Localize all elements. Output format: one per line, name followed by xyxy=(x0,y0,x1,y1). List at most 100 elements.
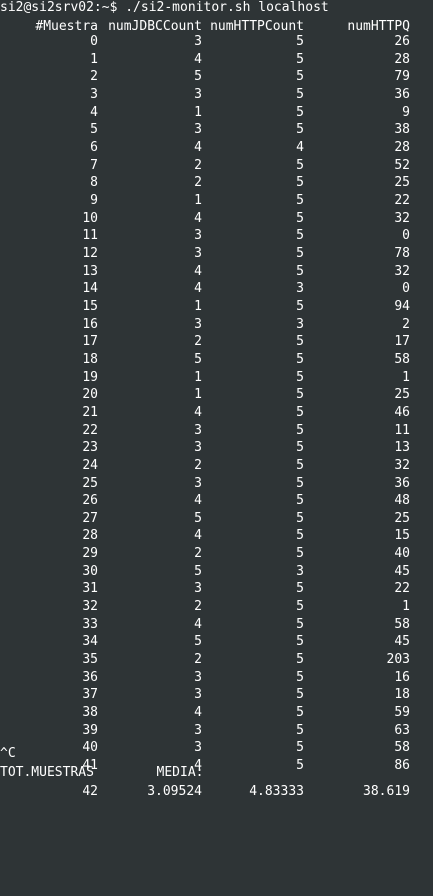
row-http-count: 5 xyxy=(296,687,304,703)
summary-mean-http: 4.83333 xyxy=(249,784,304,799)
row-muestra: 16 xyxy=(82,316,98,332)
row-httpq: 22 xyxy=(394,581,410,597)
row-http-count: 5 xyxy=(296,722,304,738)
row-jdbc-count: 4 xyxy=(194,404,202,420)
row-jdbc-count: 3 xyxy=(194,228,202,244)
summary-header-line: TOT.MUESTRAS MEDIA: xyxy=(0,763,204,782)
row-httpq: 28 xyxy=(394,51,410,67)
row-httpq: 86 xyxy=(394,758,410,774)
row-muestra: 38 xyxy=(82,705,98,721)
row-http-count: 5 xyxy=(296,86,304,102)
row-httpq: 58 xyxy=(394,740,410,756)
terminal-window[interactable]: si2@si2srv02:~$ ./si2-monitor.sh localho… xyxy=(0,0,433,807)
row-httpq: 9 xyxy=(402,104,410,120)
row-jdbc-count: 3 xyxy=(194,34,202,49)
row-http-count: 5 xyxy=(296,69,304,85)
row-httpq: 1 xyxy=(402,599,410,615)
row-muestra: 19 xyxy=(82,369,98,385)
row-muestra: 6 xyxy=(90,139,98,155)
row-muestra: 25 xyxy=(82,475,98,491)
row-http-count: 5 xyxy=(296,457,304,473)
row-http-count: 5 xyxy=(296,351,304,367)
row-muestra: 29 xyxy=(82,546,98,562)
row-jdbc-count: 4 xyxy=(194,263,202,279)
row-jdbc-count: 2 xyxy=(194,599,202,615)
row-jdbc-count: 3 xyxy=(194,740,202,756)
row-muestra: 23 xyxy=(82,440,98,456)
row-httpq: 78 xyxy=(394,245,410,261)
row-http-count: 5 xyxy=(296,599,304,615)
row-http-count: 5 xyxy=(296,175,304,191)
row-httpq: 26 xyxy=(394,34,410,49)
row-muestra: 0 xyxy=(90,34,98,49)
row-muestra: 35 xyxy=(82,652,98,668)
row-muestra: 28 xyxy=(82,528,98,544)
row-muestra: 12 xyxy=(82,245,98,261)
row-muestra: 22 xyxy=(82,422,98,438)
row-http-count: 5 xyxy=(296,422,304,438)
row-muestra: 18 xyxy=(82,351,98,367)
row-muestra: 34 xyxy=(82,634,98,650)
row-muestra: 9 xyxy=(90,192,98,208)
row-jdbc-count: 3 xyxy=(194,422,202,438)
row-httpq: 32 xyxy=(394,263,410,279)
row-httpq: 13 xyxy=(394,440,410,456)
row-muestra: 4 xyxy=(90,104,98,120)
row-httpq: 2 xyxy=(402,316,410,332)
interrupt-text: ^C xyxy=(0,746,16,761)
row-http-count: 4 xyxy=(296,139,304,155)
row-jdbc-count: 4 xyxy=(194,139,202,155)
row-jdbc-count: 1 xyxy=(194,298,202,314)
row-http-count: 5 xyxy=(296,387,304,403)
row-httpq: 11 xyxy=(394,422,410,438)
row-httpq: 0 xyxy=(402,228,410,244)
row-jdbc-count: 2 xyxy=(194,546,202,562)
row-jdbc-count: 2 xyxy=(194,652,202,668)
interrupt-line: ^C xyxy=(0,744,31,763)
row-http-count: 5 xyxy=(296,740,304,756)
prompt-text: si2@si2srv02:~$ ./si2-monitor.sh localho… xyxy=(0,0,329,15)
row-jdbc-count: 2 xyxy=(194,175,202,191)
row-httpq: 38 xyxy=(394,122,410,138)
row-http-count: 5 xyxy=(296,758,304,774)
row-http-count: 3 xyxy=(296,563,304,579)
row-jdbc-count: 3 xyxy=(194,316,202,332)
row-jdbc-count: 2 xyxy=(194,457,202,473)
row-httpq: 1 xyxy=(402,369,410,385)
row-http-count: 5 xyxy=(296,634,304,650)
row-jdbc-count: 3 xyxy=(194,122,202,138)
row-http-count: 5 xyxy=(296,616,304,632)
row-httpq: 45 xyxy=(394,563,410,579)
row-muestra: 1 xyxy=(90,51,98,67)
row-http-count: 5 xyxy=(296,510,304,526)
row-http-count: 5 xyxy=(296,298,304,314)
row-muestra: 7 xyxy=(90,157,98,173)
row-muestra: 26 xyxy=(82,493,98,509)
row-jdbc-count: 3 xyxy=(194,245,202,261)
row-httpq: 52 xyxy=(394,157,410,173)
row-httpq: 79 xyxy=(394,69,410,85)
row-muestra: 13 xyxy=(82,263,98,279)
row-http-count: 5 xyxy=(296,263,304,279)
row-jdbc-count: 1 xyxy=(194,387,202,403)
row-httpq: 58 xyxy=(394,616,410,632)
row-muestra: 30 xyxy=(82,563,98,579)
row-httpq: 15 xyxy=(394,528,410,544)
row-muestra: 2 xyxy=(90,69,98,85)
row-muestra: 27 xyxy=(82,510,98,526)
row-muestra: 5 xyxy=(90,122,98,138)
row-muestra: 33 xyxy=(82,616,98,632)
summary-header: TOT.MUESTRAS MEDIA: xyxy=(0,765,204,780)
row-jdbc-count: 5 xyxy=(194,510,202,526)
row-jdbc-count: 3 xyxy=(194,475,202,491)
row-jdbc-count: 1 xyxy=(194,369,202,385)
row-jdbc-count: 3 xyxy=(194,86,202,102)
row-http-count: 5 xyxy=(296,210,304,226)
row-jdbc-count: 4 xyxy=(194,51,202,67)
row-jdbc-count: 5 xyxy=(194,563,202,579)
row-jdbc-count: 4 xyxy=(194,281,202,297)
row-httpq: 32 xyxy=(394,457,410,473)
row-muestra: 14 xyxy=(82,281,98,297)
row-http-count: 5 xyxy=(296,581,304,597)
row-muestra: 17 xyxy=(82,334,98,350)
